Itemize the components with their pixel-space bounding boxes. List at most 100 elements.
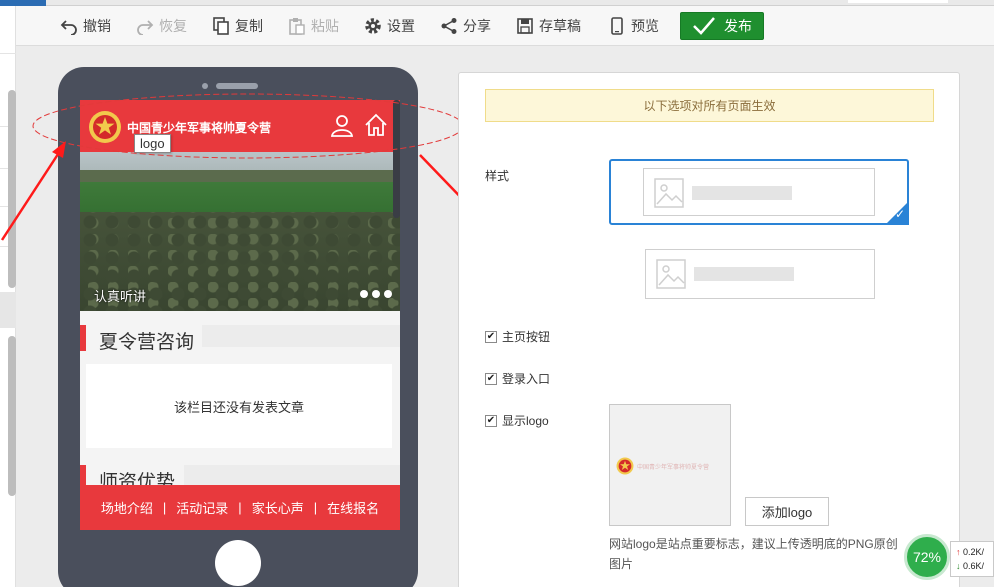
logo-preview-image: 中国青少年军事将帅夏令营 <box>609 404 731 526</box>
settings-button[interactable]: 设置 <box>364 16 415 36</box>
notice-text: 以下选项对所有页面生效 <box>643 99 776 113</box>
save-draft-button[interactable]: 存草稿 <box>516 16 581 36</box>
text-placeholder-bar <box>694 267 794 281</box>
banner-dot[interactable] <box>372 290 380 298</box>
network-speeds: ↑ 0.2K/ ↓ 0.6K/ <box>950 541 994 577</box>
mobile-logo-text: 中国青少年军事将帅夏令营 <box>127 120 272 135</box>
checkbox-show-logo[interactable]: ✔ 显示logo <box>485 412 549 429</box>
share-icon <box>441 18 457 34</box>
checkbox-checked-icon[interactable]: ✔ <box>485 414 497 427</box>
text-placeholder-bar <box>692 186 792 200</box>
nav-item-parents[interactable]: 家长心声 <box>252 498 304 517</box>
home-icon[interactable] <box>364 113 388 137</box>
nav-separator: | <box>162 500 167 515</box>
phone-screen[interactable]: 中国青少年军事将帅夏令营 认真听讲 夏令营咨询 该栏目还没有发表文章 师资优势 … <box>80 100 400 530</box>
empty-message-text: 该栏目还没有发表文章 <box>173 399 304 415</box>
preview-button[interactable]: 预览 <box>608 16 659 36</box>
style-option-2[interactable] <box>645 249 875 299</box>
checkbox-checked-icon[interactable]: ✔ <box>485 330 497 343</box>
logo-hint: 网站logo是站点重要标志，建议上传透明底的PNG原创图片 <box>609 537 898 571</box>
phone-camera <box>202 83 208 89</box>
checkbox-label: 登录入口 <box>502 372 551 386</box>
save-icon <box>517 18 533 34</box>
mobile-phone-icon <box>611 17 623 35</box>
header-settings-panel: 以下选项对所有页面生效 样式 ✓ ✔ 主页按钮 ✔ 登录入口 ✔ 显示logo <box>458 72 960 587</box>
selected-check-icon: ✓ <box>894 207 905 221</box>
download-speed: 0.6K/ <box>963 561 985 571</box>
copy-icon <box>213 17 229 35</box>
logo-tooltip: logo <box>134 134 171 153</box>
redo-icon <box>137 20 154 35</box>
paste-button[interactable]: 粘贴 <box>288 16 339 36</box>
copy-label: 复制 <box>235 18 263 34</box>
undo-button[interactable]: 撤销 <box>60 16 111 36</box>
section-accent-bar <box>80 325 86 351</box>
checkbox-label: 显示logo <box>502 414 549 428</box>
upload-arrow-icon: ↑ <box>956 547 961 557</box>
phone-home-button[interactable] <box>215 540 261 586</box>
section-empty-message: 该栏目还没有发表文章 <box>86 364 392 448</box>
gear-icon <box>365 18 381 34</box>
sidebar-scrollbar-thumb[interactable] <box>8 90 16 288</box>
nav-separator: | <box>238 500 242 515</box>
publish-button[interactable]: 发布 <box>680 12 764 40</box>
sidebar-scrollbar-thumb-lower[interactable] <box>8 336 16 496</box>
mobile-logo[interactable]: 中国青少年军事将帅夏令营 <box>88 110 271 144</box>
add-logo-button[interactable]: 添加logo <box>745 497 829 526</box>
paste-icon <box>289 18 305 35</box>
section-title-consult: 夏令营咨询 <box>80 325 400 353</box>
logo-preview-text: 中国青少年军事将帅夏令营 <box>637 463 710 471</box>
sidebar-selected-row[interactable] <box>0 292 16 328</box>
banner-pagination[interactable] <box>360 290 392 298</box>
undo-label: 撤销 <box>83 18 111 34</box>
settings-label: 设置 <box>387 18 415 34</box>
user-icon[interactable] <box>330 113 354 137</box>
save-draft-label: 存草稿 <box>539 18 581 34</box>
paste-label: 粘贴 <box>311 18 339 34</box>
checkbox-home-button[interactable]: ✔ 主页按钮 <box>485 328 550 345</box>
nav-item-venue[interactable]: 场地介绍 <box>101 498 153 517</box>
global-settings-notice: 以下选项对所有页面生效 <box>485 89 934 122</box>
phone-speaker <box>216 83 258 89</box>
left-sidebar <box>0 6 16 587</box>
checkbox-login-entry[interactable]: ✔ 登录入口 <box>485 370 550 387</box>
redo-button[interactable]: 恢复 <box>136 16 187 36</box>
upload-speed: 0.2K/ <box>963 547 985 557</box>
undo-icon <box>60 20 77 35</box>
editor-toolbar: 撤销 恢复 复制 粘贴 设置 分享 存草稿 预览 发布 <box>16 6 994 46</box>
redo-label: 恢复 <box>159 18 187 34</box>
mobile-banner-slideshow[interactable]: 认真听讲 <box>80 152 400 311</box>
section-title-text: 夏令营咨询 <box>99 332 195 353</box>
emblem-logo-icon <box>89 111 121 143</box>
style-option-1[interactable]: ✓ <box>609 159 909 225</box>
share-label: 分享 <box>463 18 491 34</box>
style-label: 样式 <box>485 169 510 183</box>
image-placeholder-icon <box>654 178 684 208</box>
nav-separator: | <box>313 500 318 515</box>
copy-button[interactable]: 复制 <box>212 16 263 36</box>
sidebar-divider <box>0 53 16 54</box>
publish-label: 发布 <box>724 18 752 34</box>
mobile-bottom-nav: 场地介绍 | 活动记录 | 家长心声 | 在线报名 <box>80 485 400 530</box>
nav-item-activity[interactable]: 活动记录 <box>176 498 228 517</box>
mobile-header[interactable]: 中国青少年军事将帅夏令营 <box>80 100 400 152</box>
style-card <box>643 168 875 216</box>
preview-label: 预览 <box>631 18 659 34</box>
phone-screen-scrollbar[interactable] <box>393 100 400 218</box>
nav-item-signup[interactable]: 在线报名 <box>327 498 379 517</box>
section-title-rule <box>202 325 400 347</box>
checkmark-icon <box>693 17 715 35</box>
banner-dot[interactable] <box>384 290 392 298</box>
checkbox-label: 主页按钮 <box>502 330 551 344</box>
memory-usage-gauge[interactable]: 72% <box>904 534 950 580</box>
banner-caption: 认真听讲 <box>94 289 147 304</box>
top-strip-highlight <box>848 0 948 3</box>
emblem-logo-icon <box>616 457 634 475</box>
gauge-percent: 72% <box>912 549 942 565</box>
download-arrow-icon: ↓ <box>956 561 961 571</box>
share-button[interactable]: 分享 <box>440 16 491 36</box>
section-title-rule <box>184 465 400 487</box>
add-logo-label: 添加logo <box>761 505 813 520</box>
checkbox-checked-icon[interactable]: ✔ <box>485 372 497 385</box>
banner-dot[interactable] <box>360 290 368 298</box>
